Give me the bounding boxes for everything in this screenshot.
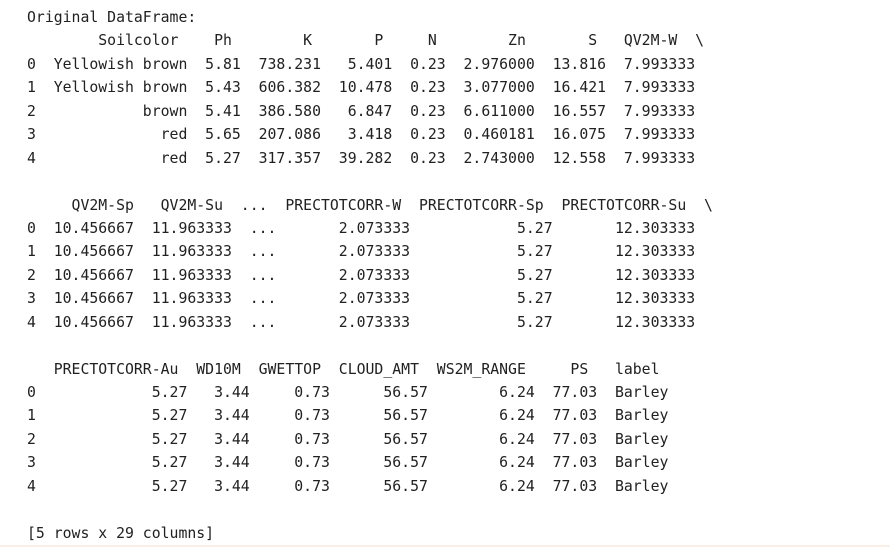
output-header-line: Original DataFrame:: [27, 9, 197, 26]
table-row: 0 10.456667 11.963333 ... 2.073333 5.27 …: [27, 219, 696, 237]
blank-line: [0, 170, 890, 193]
table-row: 2 5.27 3.44 0.73 56.57 6.24 77.03 Barley: [27, 430, 669, 448]
blank-line: [0, 334, 890, 357]
notebook-output-area: Original DataFrame: Soilcolor Ph K P N Z…: [0, 6, 890, 545]
table-row: 4 red 5.27 317.357 39.282 0.23 2.743000 …: [27, 149, 696, 167]
table-row: 2 10.456667 11.963333 ... 2.073333 5.27 …: [27, 266, 696, 284]
table-header-row: Soilcolor Ph K P N Zn S QV2M-W \: [27, 32, 705, 50]
dataframe-shape-summary: [5 rows x 29 columns]: [27, 524, 215, 542]
table-row: 2 brown 5.41 386.580 6.847 0.23 6.611000…: [27, 102, 696, 120]
table-row: 3 5.27 3.44 0.73 56.57 6.24 77.03 Barley: [27, 454, 669, 472]
table-header-row: QV2M-Sp QV2M-Su ... PRECTOTCORR-W PRECTO…: [27, 196, 713, 214]
table-row: 3 10.456667 11.963333 ... 2.073333 5.27 …: [27, 290, 696, 308]
table-row: 1 10.456667 11.963333 ... 2.073333 5.27 …: [27, 243, 696, 261]
table-row: 1 Yellowish brown 5.43 606.382 10.478 0.…: [27, 79, 696, 97]
blank-line: [0, 498, 890, 521]
table-header-row: PRECTOTCORR-Au WD10M GWETTOP CLOUD_AMT W…: [27, 360, 660, 378]
table-row: 0 5.27 3.44 0.73 56.57 6.24 77.03 Barley: [27, 384, 669, 401]
table-row: 3 red 5.65 207.086 3.418 0.23 0.460181 1…: [27, 126, 696, 144]
table-row: 0 Yellowish brown 5.81 738.231 5.401 0.2…: [27, 55, 696, 73]
table-row: 4 5.27 3.44 0.73 56.57 6.24 77.03 Barley: [27, 477, 669, 495]
table-row: 1 5.27 3.44 0.73 56.57 6.24 77.03 Barley: [27, 407, 669, 425]
table-row: 4 10.456667 11.963333 ... 2.073333 5.27 …: [27, 313, 696, 331]
